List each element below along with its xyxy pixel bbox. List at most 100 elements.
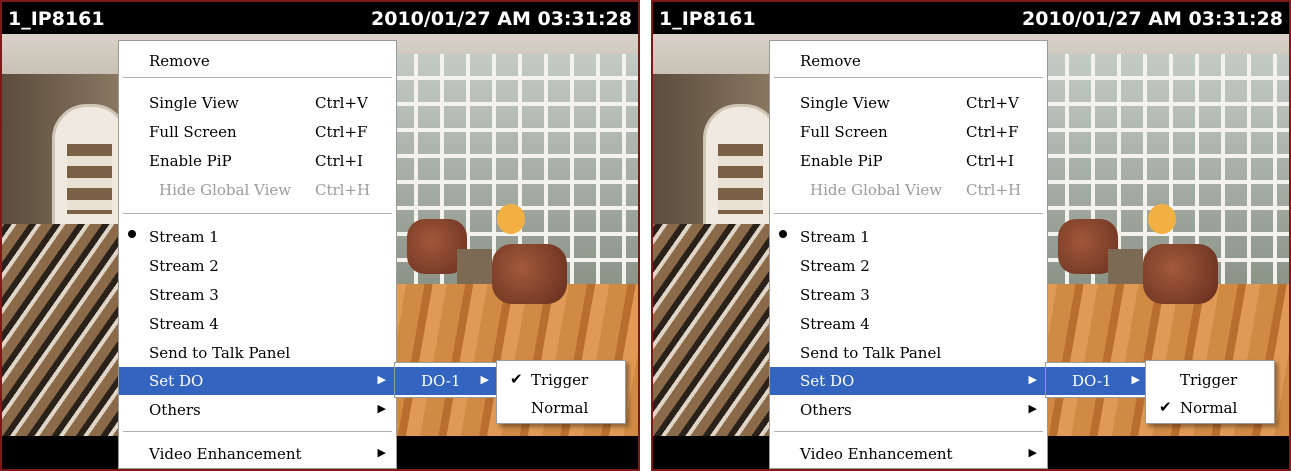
menu-item-label: Stream 1 <box>149 228 219 246</box>
do-1-submenu: Trigger ✔ Normal <box>1145 360 1275 424</box>
menu-item-stream-2[interactable]: Stream 2 <box>119 252 396 280</box>
submenu-arrow-icon: ▶ <box>480 373 489 386</box>
menu-item-video-enhancement[interactable]: Video Enhancement ▶ <box>119 440 396 468</box>
menu-shortcut: Ctrl+V <box>966 94 1019 112</box>
context-menu: Remove Single View Ctrl+V Full Screen Ct… <box>118 40 397 469</box>
menu-shortcut: Ctrl+F <box>966 123 1019 141</box>
menu-shortcut: Ctrl+V <box>315 94 368 112</box>
menu-item-stream-4[interactable]: Stream 4 <box>770 310 1047 338</box>
timestamp: 2010/01/27 AM 03:31:28 <box>1022 8 1283 30</box>
menu-separator <box>123 431 392 432</box>
menu-item-others[interactable]: Others ▶ <box>770 396 1047 424</box>
menu-item-stream-4[interactable]: Stream 4 <box>119 310 396 338</box>
submenu-arrow-icon: ▶ <box>1028 402 1037 415</box>
menu-item-hide-global-view: Hide Global View Ctrl+H <box>770 176 1047 204</box>
menu-item-label: Single View <box>149 94 239 112</box>
menu-item-stream-3[interactable]: Stream 3 <box>119 281 396 309</box>
scene-shelf <box>67 144 112 214</box>
menu-shortcut: Ctrl+I <box>315 152 363 170</box>
menu-shortcut: Ctrl+H <box>315 181 371 199</box>
camera-name: 1_IP8161 <box>659 8 756 30</box>
radio-bullet-icon <box>128 230 136 238</box>
submenu-arrow-icon: ▶ <box>377 402 386 415</box>
menu-item-full-screen[interactable]: Full Screen Ctrl+F <box>119 118 396 146</box>
menu-item-label: Full Screen <box>149 123 237 141</box>
menu-item-stream-3[interactable]: Stream 3 <box>770 281 1047 309</box>
menu-item-label: Remove <box>800 52 861 70</box>
menu-item-label: Others <box>149 401 201 419</box>
menu-item-stream-1[interactable]: Stream 1 <box>119 223 396 251</box>
menu-item-remove[interactable]: Remove <box>770 47 1047 75</box>
menu-item-enable-pip[interactable]: Enable PiP Ctrl+I <box>770 147 1047 175</box>
menu-item-label: Trigger <box>1180 371 1238 389</box>
menu-item-stream-2[interactable]: Stream 2 <box>770 252 1047 280</box>
menu-shortcut: Ctrl+F <box>315 123 368 141</box>
checkmark-icon: ✔ <box>1159 398 1172 416</box>
menu-item-set-do[interactable]: Set DO ▶ <box>119 367 396 395</box>
submenu-item-do-1[interactable]: DO-1 ▶ <box>395 367 497 395</box>
menu-separator <box>774 213 1043 214</box>
menu-item-label: Remove <box>149 52 210 70</box>
menu-item-label: Normal <box>531 399 589 417</box>
checkmark-icon: ✔ <box>510 370 523 388</box>
menu-item-label: Set DO <box>149 372 204 390</box>
menu-shortcut: Ctrl+I <box>966 152 1014 170</box>
submenu-item-normal[interactable]: ✔ Normal <box>1146 394 1274 422</box>
scene-stairs <box>2 224 132 436</box>
submenu-arrow-icon: ▶ <box>1028 446 1037 459</box>
camera-panel-right[interactable]: 1_IP8161 2010/01/27 AM 03:31:28 Remove S… <box>651 0 1291 471</box>
menu-item-video-enhancement[interactable]: Video Enhancement ▶ <box>770 440 1047 468</box>
menu-item-label: Video Enhancement <box>800 445 953 463</box>
menu-item-label: DO-1 <box>421 372 461 390</box>
menu-item-label: Enable PiP <box>800 152 883 170</box>
menu-separator <box>123 213 392 214</box>
timestamp: 2010/01/27 AM 03:31:28 <box>371 8 632 30</box>
submenu-item-normal[interactable]: Normal <box>497 394 625 422</box>
menu-shortcut: Ctrl+H <box>966 181 1022 199</box>
menu-item-label: Stream 4 <box>149 315 219 333</box>
menu-item-single-view[interactable]: Single View Ctrl+V <box>119 89 396 117</box>
scene-lamp <box>497 204 525 234</box>
menu-item-label: Stream 1 <box>800 228 870 246</box>
menu-item-label: Trigger <box>531 371 589 389</box>
camera-panel-left[interactable]: 1_IP8161 2010/01/27 AM 03:31:28 Remove S… <box>0 0 640 471</box>
menu-separator <box>774 431 1043 432</box>
scene-shelf <box>718 144 763 214</box>
menu-separator <box>123 77 392 78</box>
menu-item-label: Hide Global View <box>810 181 943 199</box>
menu-item-send-to-talk-panel[interactable]: Send to Talk Panel <box>770 339 1047 367</box>
submenu-item-do-1[interactable]: DO-1 ▶ <box>1046 367 1148 395</box>
menu-item-label: Set DO <box>800 372 855 390</box>
menu-item-hide-global-view: Hide Global View Ctrl+H <box>119 176 396 204</box>
menu-item-remove[interactable]: Remove <box>119 47 396 75</box>
scene-armchair <box>1143 244 1218 304</box>
menu-item-stream-1[interactable]: Stream 1 <box>770 223 1047 251</box>
menu-item-label: Send to Talk Panel <box>800 344 942 362</box>
context-menu: Remove Single View Ctrl+V Full Screen Ct… <box>769 40 1048 469</box>
scene-stairs <box>653 224 783 436</box>
menu-item-label: DO-1 <box>1072 372 1112 390</box>
scene-lamp <box>1148 204 1176 234</box>
title-bar: 1_IP8161 2010/01/27 AM 03:31:28 <box>653 2 1289 34</box>
submenu-arrow-icon: ▶ <box>1131 373 1140 386</box>
menu-item-set-do[interactable]: Set DO ▶ <box>770 367 1047 395</box>
menu-item-label: Stream 4 <box>800 315 870 333</box>
title-bar: 1_IP8161 2010/01/27 AM 03:31:28 <box>2 2 638 34</box>
menu-separator <box>774 77 1043 78</box>
menu-item-label: Hide Global View <box>159 181 292 199</box>
menu-item-full-screen[interactable]: Full Screen Ctrl+F <box>770 118 1047 146</box>
menu-item-single-view[interactable]: Single View Ctrl+V <box>770 89 1047 117</box>
menu-item-label: Video Enhancement <box>149 445 302 463</box>
submenu-arrow-icon: ▶ <box>377 446 386 459</box>
do-1-submenu: ✔ Trigger Normal <box>496 360 626 424</box>
menu-item-enable-pip[interactable]: Enable PiP Ctrl+I <box>119 147 396 175</box>
submenu-item-trigger[interactable]: Trigger <box>1146 366 1274 394</box>
menu-item-label: Stream 3 <box>800 286 870 304</box>
menu-item-send-to-talk-panel[interactable]: Send to Talk Panel <box>119 339 396 367</box>
submenu-item-trigger[interactable]: ✔ Trigger <box>497 366 625 394</box>
set-do-submenu: DO-1 ▶ <box>394 362 498 398</box>
camera-name: 1_IP8161 <box>8 8 105 30</box>
scene-armchair <box>492 244 567 304</box>
menu-item-others[interactable]: Others ▶ <box>119 396 396 424</box>
menu-item-label: Normal <box>1180 399 1238 417</box>
